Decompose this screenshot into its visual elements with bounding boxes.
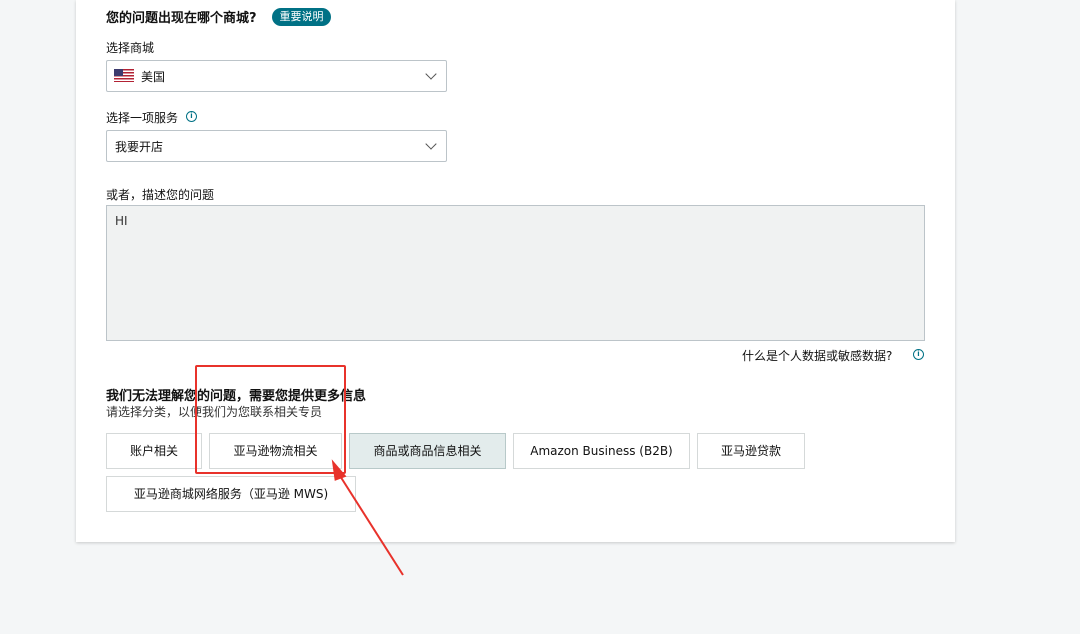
- page: 您的问题出现在哪个商城? 重要说明 选择商城 美国 选择一项服务 i 我要开店 …: [0, 0, 1080, 634]
- annotation-arrow: [331, 459, 404, 576]
